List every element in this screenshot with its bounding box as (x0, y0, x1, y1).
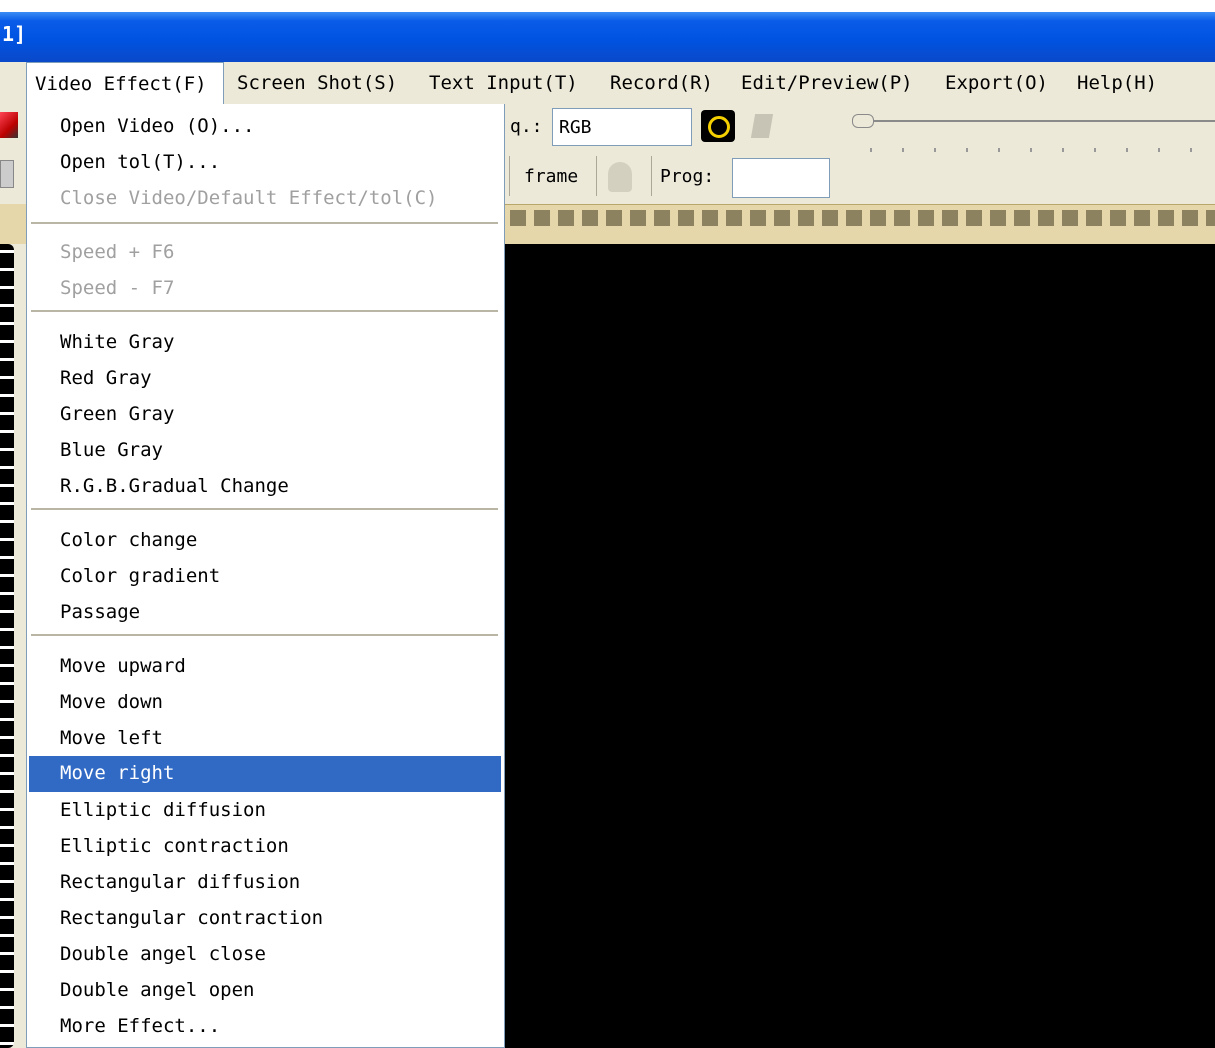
menu-separator (31, 310, 498, 312)
prog-label: Prog: (660, 166, 715, 187)
layer-icon[interactable] (750, 114, 774, 138)
menu-item-rgb-gradual-change[interactable]: R.G.B.Gradual Change (60, 474, 289, 498)
video-preview[interactable] (505, 244, 1215, 1048)
color-picker-icon[interactable] (701, 110, 735, 142)
top-strip (0, 0, 1215, 12)
menu-item-green-gray[interactable]: Green Gray (60, 402, 174, 426)
menu-item-close-video[interactable]: Close Video/Default Effect/tol(C) (60, 186, 438, 210)
menu-item-rectangular-contraction[interactable]: Rectangular contraction (60, 906, 323, 930)
sprocket-strip (0, 244, 14, 1048)
menu-screen-shot[interactable]: Screen Shot(S) (237, 72, 397, 94)
menu-item-elliptic-contraction[interactable]: Elliptic contraction (60, 834, 289, 858)
menu-export[interactable]: Export(O) (945, 72, 1048, 94)
menu-item-move-left[interactable]: Move left (60, 726, 163, 750)
menu-help[interactable]: Help(H) (1077, 72, 1157, 94)
menu-item-open-video[interactable]: Open Video (O)... (60, 114, 254, 138)
menu-item-red-gray[interactable]: Red Gray (60, 366, 152, 390)
menu-item-double-angel-close[interactable]: Double angel close (60, 942, 266, 966)
left-filmstrip (0, 204, 26, 244)
toolbar-bottom: frame Prog: (505, 152, 1215, 204)
prog-field[interactable] (732, 158, 830, 198)
menu-video-effect-label: Video Effect(F) (35, 73, 207, 95)
menu-video-effect[interactable]: Video Effect(F) (26, 62, 224, 104)
menu-item-double-angel-open[interactable]: Double angel open (60, 978, 254, 1002)
freq-label: q.: (510, 116, 543, 137)
menu-separator (31, 222, 498, 224)
menu-item-open-tol[interactable]: Open tol(T)... (60, 150, 220, 174)
menu-item-more-effect[interactable]: More Effect... (60, 1014, 220, 1038)
menu-edit-preview[interactable]: Edit/Preview(P) (741, 72, 913, 94)
filmstrip-frames (510, 210, 1215, 226)
toolbar-top: q.: RGB (505, 104, 1215, 152)
menu-item-elliptic-diffusion[interactable]: Elliptic diffusion (60, 798, 266, 822)
frame-label: frame (524, 166, 579, 187)
menu-item-speed-down[interactable]: Speed - F7 (60, 276, 174, 300)
menu-item-move-right-label: Move right (60, 762, 175, 784)
menu-item-move-upward[interactable]: Move upward (60, 654, 186, 678)
menu-record[interactable]: Record(R) (610, 72, 713, 94)
menu-item-color-gradient[interactable]: Color gradient (60, 564, 220, 588)
tool-icon[interactable] (0, 160, 14, 188)
title-bar[interactable] (0, 12, 1215, 62)
speed-slider-thumb[interactable] (852, 114, 874, 128)
undo-icon[interactable] (608, 162, 632, 192)
menu-item-color-change[interactable]: Color change (60, 528, 197, 552)
speed-slider-track[interactable] (855, 120, 1215, 122)
menu-item-white-gray[interactable]: White Gray (60, 330, 174, 354)
color-mode-value: RGB (559, 117, 592, 138)
menu-separator (31, 634, 498, 636)
menu-item-blue-gray[interactable]: Blue Gray (60, 438, 163, 462)
menu-text-input[interactable]: Text Input(T) (429, 72, 578, 94)
color-mode-field[interactable]: RGB (552, 108, 692, 146)
menu-separator (31, 508, 498, 510)
menu-item-move-down[interactable]: Move down (60, 690, 163, 714)
menu-item-speed-up[interactable]: Speed + F6 (60, 240, 174, 264)
menu-item-passage[interactable]: Passage (60, 600, 140, 624)
menu-item-rectangular-diffusion[interactable]: Rectangular diffusion (60, 870, 300, 894)
video-effect-dropdown: Open Video (O)... Open tol(T)... Close V… (26, 104, 505, 1048)
window-title: 1] (2, 22, 27, 46)
menu-item-move-right[interactable]: Move right (29, 756, 501, 792)
record-icon[interactable] (0, 112, 18, 138)
frame-button[interactable]: frame (509, 156, 597, 196)
